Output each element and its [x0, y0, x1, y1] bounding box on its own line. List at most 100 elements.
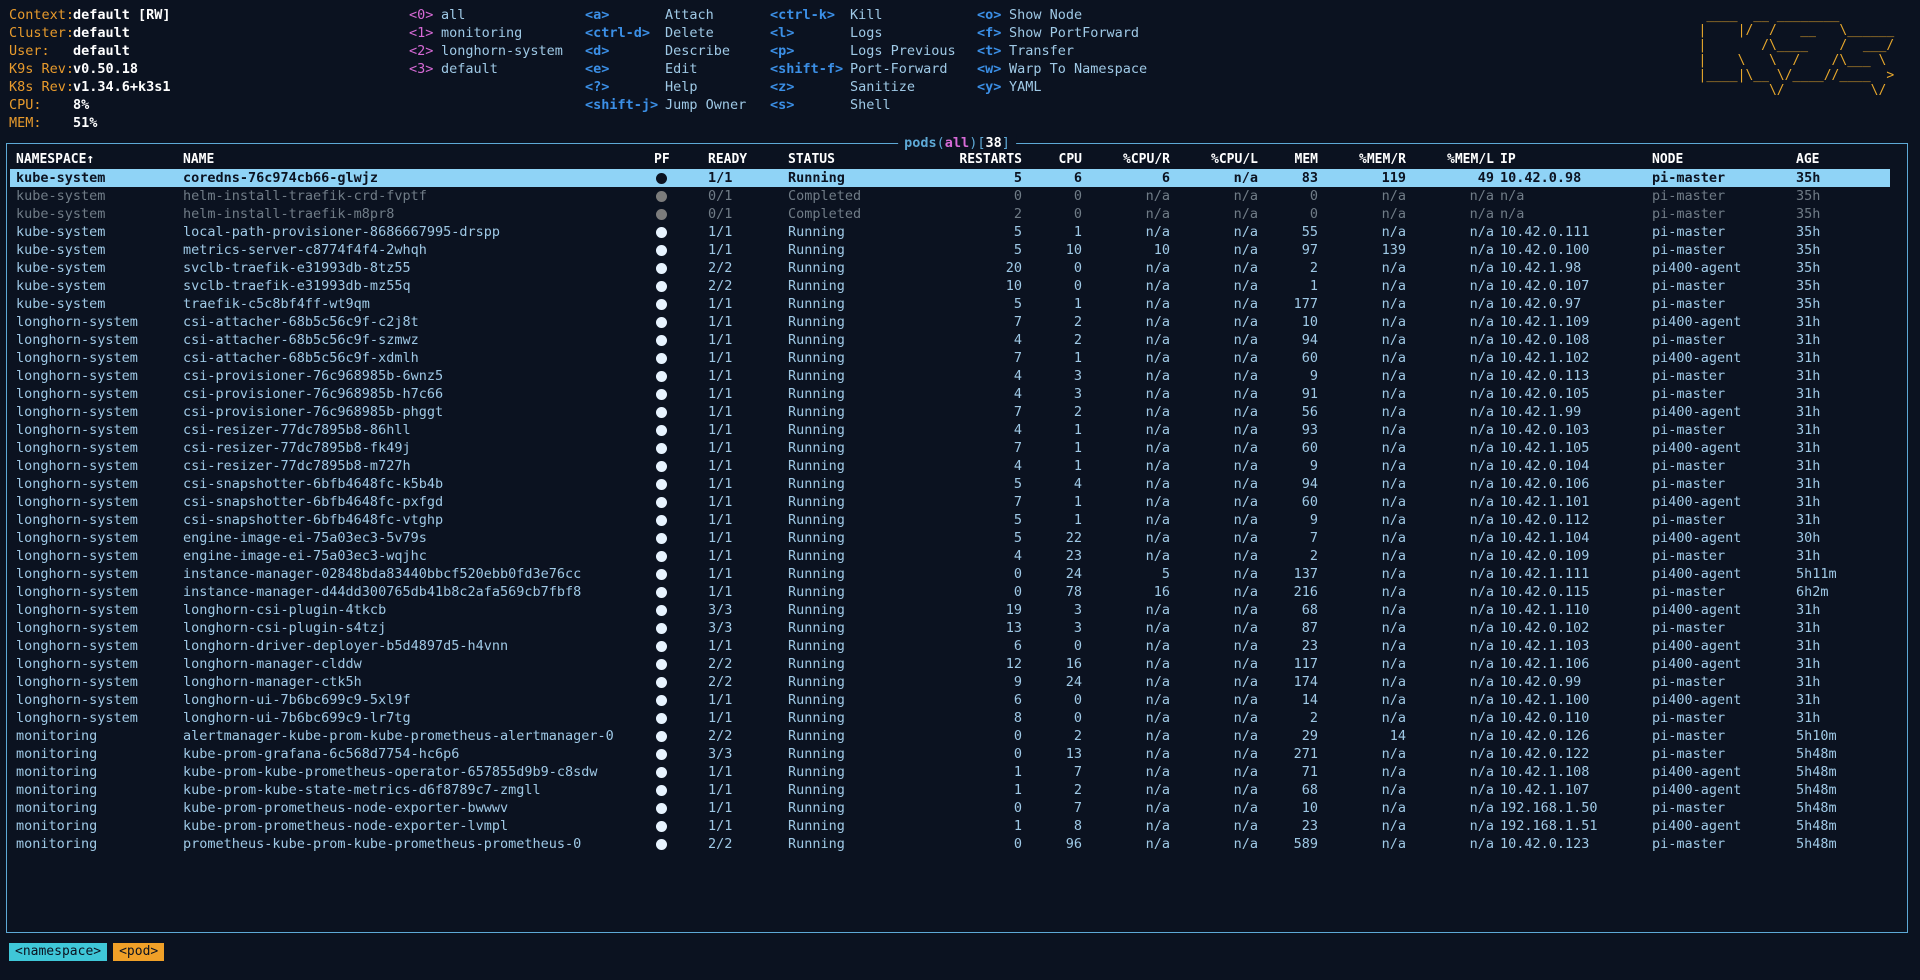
column-header[interactable]: NODE	[1646, 151, 1790, 169]
column-header[interactable]: %CPU/R	[1082, 151, 1170, 169]
hotkey-key: <z>	[770, 79, 795, 95]
hotkey-key: <f>	[977, 25, 1002, 41]
table-row[interactable]: longhorn-system longhorn-ui-7b6bc699c9-5x…	[10, 691, 1890, 709]
table-row[interactable]: longhorn-system csi-attacher-68b5c56c9f-x…	[10, 349, 1890, 367]
table-row[interactable]: kube-system traefik-c5c8bf4ff-wt9qm 1/1 Run…	[10, 295, 1890, 313]
breadcrumb: <namespace> <pod>	[9, 943, 170, 961]
table-row[interactable]: monitoring kube-prom-prometheus-node-expo…	[10, 817, 1890, 835]
column-header[interactable]: AGE	[1790, 151, 1890, 169]
table-row[interactable]: monitoring kube-prom-prometheus-node-expo…	[10, 799, 1890, 817]
pf-indicator-icon	[656, 442, 667, 454]
cell-mem: 56	[1301, 404, 1318, 420]
table-row[interactable]: longhorn-system instance-manager-d44dd300…	[10, 583, 1890, 601]
table-row[interactable]: longhorn-system csi-snapshotter-6bfb4648f…	[10, 493, 1890, 511]
namespace-shortcut[interactable]: <1> monitoring	[409, 24, 563, 42]
column-header[interactable]: %CPU/L	[1170, 151, 1258, 169]
table-row[interactable]: monitoring kube-prom-kube-state-metrics-d…	[10, 781, 1890, 799]
cell-name: longhorn-ui-7b6bc699c9-5xl9f	[183, 692, 411, 708]
hotkey-item[interactable]: <shift-f> Port-Forward	[770, 60, 956, 78]
table-row[interactable]: monitoring alertmanager-kube-prom-kube-pr…	[10, 727, 1890, 745]
cell-cpu: 1	[1073, 458, 1082, 474]
cell-status: Running	[788, 800, 845, 816]
table-row[interactable]: kube-system local-path-provisioner-868666…	[10, 223, 1890, 241]
table-row[interactable]: longhorn-system csi-resizer-77dc7895b8-m7…	[10, 457, 1890, 475]
hotkey-item[interactable]: <z> Sanitize	[770, 78, 956, 96]
info-line: User: default	[9, 42, 171, 60]
column-header[interactable]: %MEM/R	[1318, 151, 1406, 169]
hotkey-item[interactable]: <y> YAML	[977, 78, 1147, 96]
hotkey-item[interactable]: <w> Warp To Namespace	[977, 60, 1147, 78]
pf-cell	[648, 277, 702, 295]
column-header[interactable]: MEM	[1258, 151, 1318, 169]
cell-cpur: n/a	[1145, 692, 1170, 708]
table-row[interactable]: longhorn-system csi-attacher-68b5c56c9f-s…	[10, 331, 1890, 349]
column-header[interactable]: NAME	[177, 151, 648, 169]
cell-ip: 10.42.1.110	[1500, 602, 1590, 618]
cell-mem: 91	[1301, 386, 1318, 402]
table-row[interactable]: longhorn-system engine-image-ei-75a03ec3-…	[10, 529, 1890, 547]
column-header[interactable]: IP	[1494, 151, 1646, 169]
hotkey-item[interactable]: <e> Edit	[585, 60, 746, 78]
hotkey-item[interactable]: <p> Logs Previous	[770, 42, 956, 60]
hotkey-item[interactable]: <a> Attach	[585, 6, 746, 24]
table-row[interactable]: kube-system svclb-traefik-e31993db-8tz55 2…	[10, 259, 1890, 277]
column-header[interactable]: STATUS	[782, 151, 882, 169]
hotkey-item[interactable]: <s> Shell	[770, 96, 956, 114]
hotkey-item[interactable]: <shift-j> Jump Owner	[585, 96, 746, 114]
column-header[interactable]: RESTARTS	[882, 151, 1022, 169]
cell-node: pi-master	[1652, 836, 1726, 852]
table-row[interactable]: longhorn-system csi-provisioner-76c968985…	[10, 367, 1890, 385]
column-header[interactable]: READY	[702, 151, 782, 169]
cell-node: pi400-agent	[1652, 818, 1742, 834]
table-row[interactable]: longhorn-system longhorn-csi-plugin-s4tzj…	[10, 619, 1890, 637]
cell-name: csi-resizer-77dc7895b8-86hll	[183, 422, 411, 438]
hotkey-item[interactable]: <l> Logs	[770, 24, 956, 42]
table-row[interactable]: monitoring kube-prom-grafana-6c568d7754-h…	[10, 745, 1890, 763]
table-row[interactable]: longhorn-system csi-snapshotter-6bfb4648f…	[10, 511, 1890, 529]
cell-cpu: 78	[1065, 584, 1082, 600]
table-row[interactable]: kube-system helm-install-traefik-crd-fvpt…	[10, 187, 1890, 205]
cell-mem: 9	[1309, 368, 1318, 384]
cell-cpur: n/a	[1145, 188, 1170, 204]
table-row[interactable]: longhorn-system longhorn-csi-plugin-4tkcb…	[10, 601, 1890, 619]
column-header[interactable]: PF	[648, 151, 702, 169]
table-row[interactable]: kube-system metrics-server-c8774f4f4-2whq…	[10, 241, 1890, 259]
cell-namespace: longhorn-system	[16, 602, 138, 618]
table-row[interactable]: kube-system coredns-76c974cb66-glwjz 1/1 Ru…	[10, 169, 1890, 187]
table-row[interactable]: longhorn-system longhorn-manager-ctk5h 2/2…	[10, 673, 1890, 691]
breadcrumb-namespace[interactable]: <namespace>	[9, 943, 108, 961]
hotkey-item[interactable]: <ctrl-k> Kill	[770, 6, 956, 24]
table-row[interactable]: longhorn-system engine-image-ei-75a03ec3-…	[10, 547, 1890, 565]
table-row[interactable]: longhorn-system longhorn-ui-7b6bc699c9-lr…	[10, 709, 1890, 727]
table-row[interactable]: longhorn-system csi-resizer-77dc7895b8-fk…	[10, 439, 1890, 457]
table-row[interactable]: longhorn-system csi-resizer-77dc7895b8-86…	[10, 421, 1890, 439]
namespace-shortcut[interactable]: <3> default	[409, 60, 563, 78]
column-header[interactable]: NAMESPACE↑	[10, 151, 177, 169]
table-row[interactable]: longhorn-system longhorn-manager-clddw 2/2…	[10, 655, 1890, 673]
table-row[interactable]: monitoring kube-prom-kube-prometheus-oper…	[10, 763, 1890, 781]
column-header[interactable]: %MEM/L	[1406, 151, 1494, 169]
table-row[interactable]: longhorn-system csi-snapshotter-6bfb4648f…	[10, 475, 1890, 493]
cell-memr: n/a	[1381, 836, 1406, 852]
hotkey-item[interactable]: <d> Describe	[585, 42, 746, 60]
namespace-shortcut[interactable]: <0> all	[409, 6, 563, 24]
namespace-shortcut[interactable]: <2> longhorn-system	[409, 42, 563, 60]
cell-restarts: 20	[1005, 260, 1022, 276]
hotkey-item[interactable]: <o> Show Node	[977, 6, 1147, 24]
table-row[interactable]: longhorn-system csi-provisioner-76c968985…	[10, 385, 1890, 403]
table-row[interactable]: longhorn-system csi-attacher-68b5c56c9f-c…	[10, 313, 1890, 331]
hotkey-item[interactable]: <ctrl-d> Delete	[585, 24, 746, 42]
table-row[interactable]: kube-system helm-install-traefik-m8pr8 0/1…	[10, 205, 1890, 223]
hotkey-item[interactable]: <f> Show PortForward	[977, 24, 1147, 42]
hotkey-item[interactable]: <?> Help	[585, 78, 746, 96]
column-header[interactable]: CPU	[1022, 151, 1082, 169]
cell-restarts: 10	[1005, 278, 1022, 294]
hotkey-item[interactable]: <t> Transfer	[977, 42, 1147, 60]
breadcrumb-pod[interactable]: <pod>	[113, 943, 165, 961]
table-row[interactable]: longhorn-system longhorn-driver-deployer-…	[10, 637, 1890, 655]
cell-meml: n/a	[1469, 638, 1494, 654]
table-row[interactable]: longhorn-system csi-provisioner-76c968985…	[10, 403, 1890, 421]
table-row[interactable]: longhorn-system instance-manager-02848bda…	[10, 565, 1890, 583]
table-row[interactable]: monitoring prometheus-kube-prom-kube-prom…	[10, 835, 1890, 853]
table-row[interactable]: kube-system svclb-traefik-e31993db-mz55q 2…	[10, 277, 1890, 295]
